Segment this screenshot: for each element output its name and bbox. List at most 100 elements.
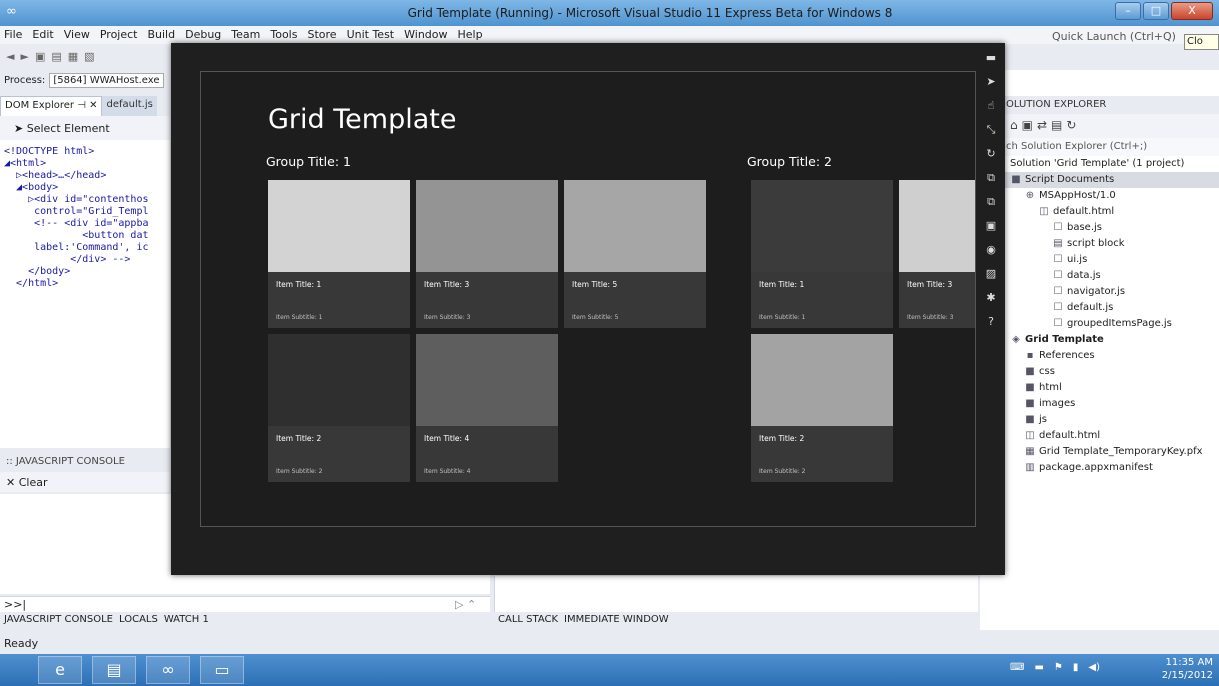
dom-tree-line[interactable]: ◢<html> [4,158,166,170]
save-icon[interactable]: ▦ [68,50,78,63]
menu-team[interactable]: Team [231,28,260,41]
network-icon[interactable]: ▮ [1073,662,1079,673]
solution-tree-item[interactable]: Solution 'Grid Template' (1 project) [980,156,1219,172]
js-console-input[interactable]: >>| ▷ ⌃ [0,596,490,612]
solution-tree-item[interactable]: ☐ ui.js [980,252,1219,268]
dom-tree-line[interactable]: <!DOCTYPE html> [4,146,166,158]
properties-icon[interactable]: ▤ [1051,118,1066,132]
close-button[interactable]: X [1171,2,1213,20]
sync-icon[interactable]: ⇄ [1037,118,1051,132]
open-icon[interactable]: ▤ [51,50,61,63]
keyboard-icon[interactable]: ⌨ [1010,662,1024,673]
screenshot-icon[interactable]: ▨ [981,262,1001,286]
item-tile[interactable]: Item Title: 3 Item Subtitle: 3 [416,180,558,328]
tab-javascript-console[interactable]: JAVASCRIPT CONSOLE [4,614,113,630]
dom-tree-line[interactable]: ▷<head>…</head> [4,170,166,182]
solution-tree-item[interactable]: ☐ default.js [980,300,1219,316]
location-icon[interactable]: ◉ [981,238,1001,262]
solution-tree-item[interactable]: ■ js [980,412,1219,428]
home-icon[interactable]: ⌂ [1010,118,1022,132]
resolution-icon[interactable]: ▣ [981,214,1001,238]
file-explorer-icon[interactable]: ▤ [92,656,136,684]
menu-file[interactable]: File [4,28,22,41]
solution-tree-item[interactable]: ■ css [980,364,1219,380]
solution-tree-item[interactable]: ☐ navigator.js [980,284,1219,300]
new-project-icon[interactable]: ▣ [35,50,45,63]
tab-watch-1[interactable]: WATCH 1 [164,614,209,630]
solution-tree-item[interactable]: ■ html [980,380,1219,396]
menu-debug[interactable]: Debug [185,28,221,41]
tab-dom-explorer[interactable]: DOM Explorer ⊣ ✕ [0,96,103,116]
solution-tree-item[interactable]: ■ images [980,396,1219,412]
menu-help[interactable]: Help [458,28,483,41]
item-tile[interactable]: Item Title: 3 Item Subtitle: 3 [899,180,975,328]
pointer-icon[interactable]: ➤ [981,70,1001,94]
internet-explorer-icon[interactable]: e [38,656,82,684]
solution-tree-item[interactable]: ⊕ MSAppHost/1.0 [980,188,1219,204]
dom-tree-line[interactable]: <button dat [4,230,166,242]
refresh-icon[interactable]: ↻ [1066,118,1080,132]
dom-tree-line[interactable]: <!-- <div id="appba [4,218,166,230]
volume-icon[interactable]: ◀) [1088,662,1100,673]
minimize-button[interactable]: – [1115,2,1141,20]
menu-tools[interactable]: Tools [270,28,297,41]
visual-studio-icon[interactable]: ∞ [146,656,190,684]
forward-icon[interactable]: ► [20,50,28,63]
collapse-icon[interactable]: ▣ [1022,118,1037,132]
settings-icon[interactable]: ✱ [981,286,1001,310]
menu-project[interactable]: Project [100,28,138,41]
dom-tree-line[interactable]: </div> --> [4,254,166,266]
simulator-icon[interactable]: ▭ [200,656,244,684]
clock[interactable]: 11:35 AM 2/15/2012 [1162,656,1213,682]
tab-locals[interactable]: LOCALS [119,614,158,630]
dom-tree-line[interactable]: ▷<div id="contenthos [4,194,166,206]
dom-tree[interactable]: <!DOCTYPE html> ◢<html> ▷<head>…</head> ◢… [0,140,170,448]
solution-tree-item[interactable]: ☐ base.js [980,220,1219,236]
save-all-icon[interactable]: ▧ [84,50,94,63]
item-tile[interactable]: Item Title: 2 Item Subtitle: 2 [268,334,410,482]
solution-search-input[interactable]: ch Solution Explorer (Ctrl+;) [980,138,1219,156]
rotate-icon[interactable]: ↻ [981,142,1001,166]
item-tile[interactable]: Item Title: 1 Item Subtitle: 1 [268,180,410,328]
solution-tree-item[interactable]: ◈ Grid Template [980,332,1219,348]
dom-tree-line[interactable]: ◢<body> [4,182,166,194]
maximize-button[interactable]: □ [1143,2,1169,20]
item-tile[interactable]: Item Title: 5 Item Subtitle: 5 [564,180,706,328]
pinch-icon[interactable]: ⤡ [981,118,1001,142]
clear-button[interactable]: Clear [19,476,48,489]
group-title-1[interactable]: Group Title: 1 [266,154,351,169]
flag-icon[interactable]: ⚑ [1054,662,1063,673]
back-icon[interactable]: ◄ [6,50,14,63]
rotate-left-icon[interactable]: ⧉ [981,166,1001,190]
menu-build[interactable]: Build [147,28,175,41]
solution-tree-item[interactable]: ■ Script Documents [980,172,1219,188]
tab-call-stack[interactable]: CALL STACK [498,614,558,630]
dom-tree-line[interactable]: </html> [4,278,166,290]
dom-tree-line[interactable]: control="Grid_Templ [4,206,166,218]
solution-tree-item[interactable]: ◫ default.html [980,204,1219,220]
menu-edit[interactable]: Edit [32,28,53,41]
run-icon[interactable]: ▷ ⌃ [455,598,476,611]
group-title-2[interactable]: Group Title: 2 [747,154,832,169]
rotate-right-icon[interactable]: ⧉ [981,190,1001,214]
menu-unit-test[interactable]: Unit Test [347,28,395,41]
dom-tree-line[interactable]: </body> [4,266,166,278]
minimize-icon[interactable]: ▬ [981,46,1001,70]
battery-icon[interactable]: ▬ [1034,662,1043,673]
menu-view[interactable]: View [64,28,90,41]
solution-tree-item[interactable]: ▦ Grid Template_TemporaryKey.pfx [980,444,1219,460]
menu-window[interactable]: Window [404,28,447,41]
tab-default-js[interactable]: default.js [102,96,157,116]
item-tile[interactable]: Item Title: 2 Item Subtitle: 2 [751,334,893,482]
solution-tree-item[interactable]: ☐ groupedItemsPage.js [980,316,1219,332]
solution-tree-item[interactable]: ▪ References [980,348,1219,364]
solution-tree-item[interactable]: ☐ data.js [980,268,1219,284]
solution-tree-item[interactable]: ▥ package.appxmanifest [980,460,1219,476]
help-icon[interactable]: ? [981,310,1001,334]
item-tile[interactable]: Item Title: 1 Item Subtitle: 1 [751,180,893,328]
process-select[interactable]: [5864] WWAHost.exe [49,72,165,88]
solution-tree-item[interactable]: ▤ script block [980,236,1219,252]
dom-tree-line[interactable]: label:'Command', ic [4,242,166,254]
item-tile[interactable]: Item Title: 4 Item Subtitle: 4 [416,334,558,482]
select-element-button[interactable]: Select Element [27,122,110,135]
